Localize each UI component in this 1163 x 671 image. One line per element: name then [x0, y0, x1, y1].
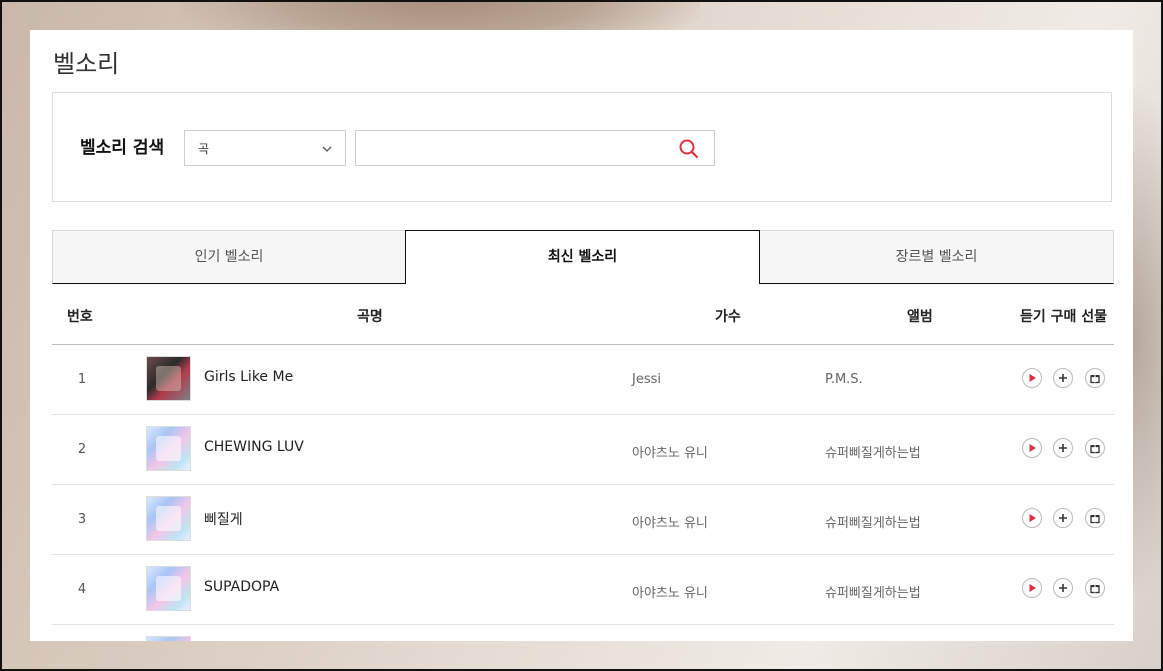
search-icon[interactable]: [678, 138, 700, 160]
album-name[interactable]: 슈퍼삐질게하는법: [825, 442, 921, 461]
table-row: 3 삐질게 아야츠노 유니 슈퍼삐질게하는법: [52, 485, 1114, 555]
plus-icon[interactable]: [1053, 578, 1073, 598]
header-title: 곡명: [357, 309, 383, 325]
album-name[interactable]: 슈퍼삐질게하는법: [825, 512, 921, 531]
album-art[interactable]: [146, 636, 191, 641]
artist-name[interactable]: 아야츠노 유니: [632, 442, 708, 461]
play-icon[interactable]: [1022, 438, 1042, 458]
row-number: 2: [77, 442, 87, 457]
gift-icon[interactable]: [1085, 438, 1105, 458]
header-number: 번호: [67, 309, 93, 325]
album-name[interactable]: P.M.S.: [825, 372, 863, 387]
row-number: 1: [77, 372, 87, 387]
gift-icon[interactable]: [1085, 368, 1105, 388]
song-title[interactable]: CHEWING LUV: [204, 439, 304, 455]
header-album: 앨범: [907, 309, 933, 325]
play-icon[interactable]: [1022, 368, 1042, 388]
search-type-select[interactable]: 곡: [184, 130, 346, 166]
album-art[interactable]: [146, 426, 191, 471]
song-title[interactable]: 삐질게: [204, 509, 243, 529]
tab-popular[interactable]: 인기 벨소리: [52, 230, 406, 284]
plus-icon[interactable]: [1053, 368, 1073, 388]
ringtone-tabs: 인기 벨소리 장르별 벨소리 최신 벨소리: [52, 230, 1114, 284]
row-number: 4: [77, 582, 87, 597]
search-input[interactable]: [364, 137, 668, 161]
ringtone-panel: 벨소리 벨소리 검색 곡 인기 벨소리 장르별 벨소리 최신 벨소리 번호 곡명…: [30, 30, 1133, 641]
chevron-down-icon: [321, 140, 333, 159]
album-art[interactable]: [146, 566, 191, 611]
tab-latest[interactable]: 최신 벨소리: [405, 230, 760, 284]
plus-icon[interactable]: [1053, 508, 1073, 528]
gift-icon[interactable]: [1085, 508, 1105, 528]
header-actions: 듣기 구매 선물: [1020, 309, 1108, 325]
search-box: 벨소리 검색 곡: [52, 92, 1112, 202]
song-list: 1 Girls Like Me Jessi P.M.S. 2 CHEWING L…: [52, 345, 1114, 641]
table-row: [52, 625, 1114, 641]
play-icon[interactable]: [1022, 578, 1042, 598]
row-number: 3: [77, 512, 87, 527]
table-row: 1 Girls Like Me Jessi P.M.S.: [52, 345, 1114, 415]
plus-icon[interactable]: [1053, 438, 1073, 458]
song-title[interactable]: SUPADOPA: [204, 579, 279, 595]
search-type-value: 곡: [198, 142, 210, 156]
search-label: 벨소리 검색: [80, 138, 165, 158]
gift-icon[interactable]: [1085, 578, 1105, 598]
table-row: 4 SUPADOPA 아야츠노 유니 슈퍼삐질게하는법: [52, 555, 1114, 625]
album-art[interactable]: [146, 496, 191, 541]
page-title: 벨소리: [53, 50, 120, 78]
artist-name[interactable]: 아야츠노 유니: [632, 582, 708, 601]
table-row: 2 CHEWING LUV 아야츠노 유니 슈퍼삐질게하는법: [52, 415, 1114, 485]
table-header: 번호 곡명 가수 앨범 듣기 구매 선물: [52, 284, 1114, 345]
artist-name[interactable]: 아야츠노 유니: [632, 512, 708, 531]
header-artist: 가수: [715, 309, 741, 325]
artist-name[interactable]: Jessi: [632, 372, 661, 387]
play-icon[interactable]: [1022, 508, 1042, 528]
tab-genre[interactable]: 장르별 벨소리: [759, 230, 1114, 284]
song-title[interactable]: Girls Like Me: [204, 369, 293, 385]
album-art[interactable]: [146, 356, 191, 401]
album-name[interactable]: 슈퍼삐질게하는법: [825, 582, 921, 601]
search-field: [355, 130, 715, 166]
